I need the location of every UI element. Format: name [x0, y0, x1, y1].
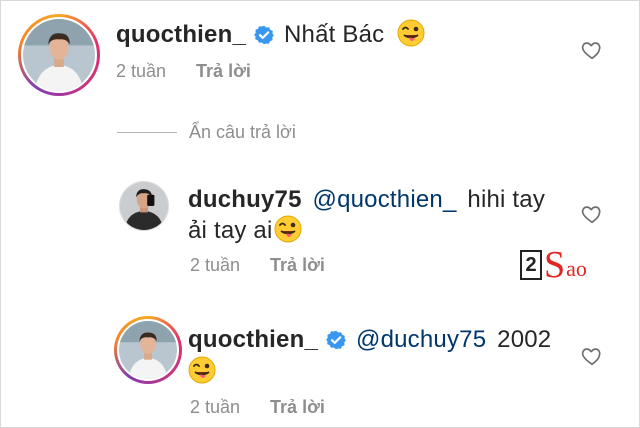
reply-button-2[interactable]: Trả lời: [270, 255, 325, 275]
like-heart-icon[interactable]: [581, 203, 603, 225]
reply-button-1[interactable]: Trả lời: [196, 61, 251, 81]
comment-3-text-line-1: quocthien_ @duchuy75 2002: [188, 326, 551, 357]
profile-photo-icon: [120, 182, 168, 230]
comment-3-text: 2002: [497, 326, 552, 353]
like-heart-icon[interactable]: [581, 39, 603, 61]
hide-replies-row[interactable]: Ẩn câu trả lời: [117, 119, 296, 145]
comment-1-meta: 2 tuần Trả lời: [116, 61, 251, 82]
comment-2-mention[interactable]: @quocthien_: [313, 186, 457, 213]
watermark-rest: ao: [566, 256, 587, 281]
reply-button-3[interactable]: Trả lời: [270, 397, 325, 417]
comment-3-meta: 2 tuần Trả lời: [190, 397, 325, 418]
comment-1-text: Nhất Bác: [284, 21, 385, 48]
watermark-s: S: [544, 244, 566, 286]
winking-face-with-tongue-icon: [274, 215, 302, 250]
hide-replies-button[interactable]: Ẩn câu trả lời: [189, 122, 296, 143]
watermark-box: 2: [520, 250, 542, 280]
comment-2-text-2: ải tay ai: [188, 217, 273, 244]
comment-3-mention[interactable]: @duchuy75: [356, 326, 486, 353]
comment-3-time: 2 tuần: [190, 397, 241, 417]
avatar-duchuy75[interactable]: [119, 181, 169, 231]
winking-face-with-tongue-icon: [397, 19, 425, 54]
comment-2-text-1: hihi tay: [467, 186, 546, 213]
comment-2-text-line-1: duchuy75 @quocthien_ hihi tay: [188, 186, 545, 214]
2sao-watermark-logo: 2 S ao: [520, 245, 587, 285]
avatar-quocthien[interactable]: [114, 316, 182, 384]
comment-2-meta: 2 tuần Trả lời: [190, 255, 325, 276]
avatar-quocthien[interactable]: [18, 14, 100, 96]
comment-2-username[interactable]: duchuy75: [188, 186, 302, 213]
comment-1-text-line: quocthien_ Nhất Bác: [116, 19, 425, 54]
comment-1-time: 2 tuần: [116, 61, 167, 81]
verified-badge-icon: [326, 329, 347, 357]
comment-1-username[interactable]: quocthien_: [116, 21, 246, 48]
profile-photo-icon: [119, 321, 177, 379]
winking-face-with-tongue-icon: [188, 356, 216, 391]
profile-photo-icon: [23, 19, 95, 91]
comment-2-time: 2 tuần: [190, 255, 241, 275]
comment-3-text-line-2: [188, 356, 216, 391]
verified-badge-icon: [254, 24, 275, 52]
comment-2-text-line-2: ải tay ai: [188, 215, 302, 250]
like-heart-icon[interactable]: [581, 345, 603, 367]
divider-dash: [117, 131, 177, 133]
comment-3-username[interactable]: quocthien_: [188, 326, 318, 353]
